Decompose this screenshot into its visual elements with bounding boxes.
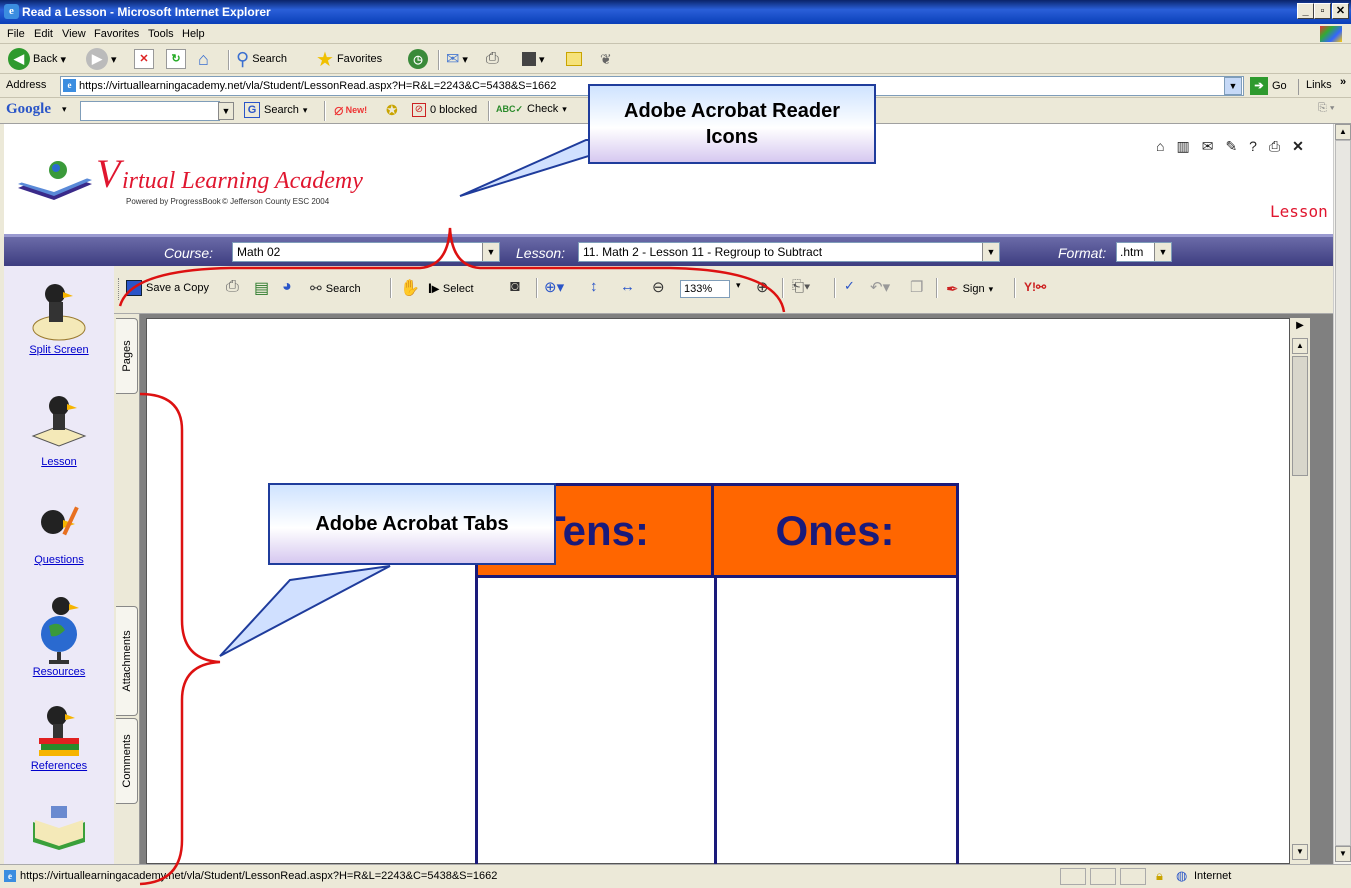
callout-icons-text: Adobe Acrobat Reader Icons — [624, 100, 840, 148]
callout-acrobat-tabs: Adobe Acrobat Tabs — [268, 483, 556, 565]
callout-acrobat-icons: Adobe Acrobat Reader Icons — [588, 84, 876, 164]
callout-tabs-text: Adobe Acrobat Tabs — [315, 513, 509, 535]
